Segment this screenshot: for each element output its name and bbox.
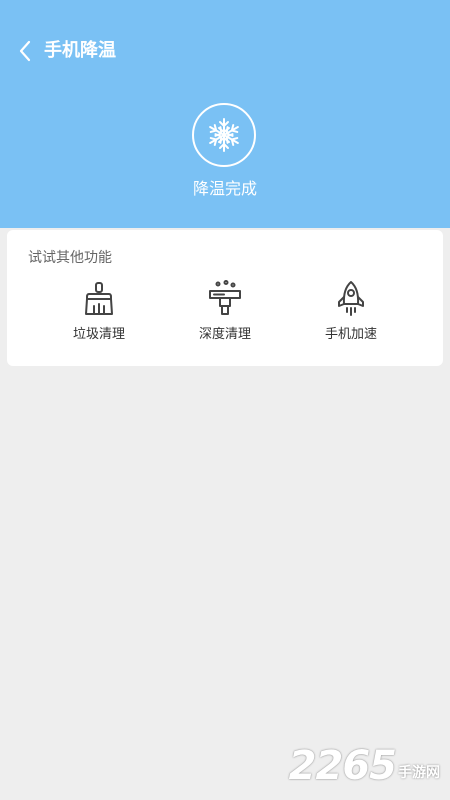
- deep-clean-icon: [209, 280, 241, 315]
- broom-icon: [85, 282, 113, 315]
- feature-label: 垃圾清理: [72, 327, 125, 342]
- watermark-text: 手游网: [398, 765, 440, 781]
- chevron-left-icon: [19, 40, 31, 62]
- card-title: 试试其他功能: [28, 250, 112, 266]
- feature-deep-clean[interactable]: 深度清理: [165, 280, 285, 350]
- cooling-status-text: 降温完成: [192, 179, 257, 198]
- cooling-status-circle: [192, 103, 256, 167]
- rocket-icon: [338, 281, 364, 316]
- page-title: 手机降温: [44, 40, 116, 61]
- feature-label: 深度清理: [198, 327, 251, 342]
- feature-junk-clean[interactable]: 垃圾清理: [39, 280, 159, 350]
- back-button[interactable]: [10, 36, 40, 66]
- other-features-card: 试试其他功能 垃圾清理 深度清理 手机加速: [7, 230, 443, 366]
- watermark-number: 2265: [288, 743, 397, 789]
- header: 手机降温 降温完成: [0, 0, 450, 228]
- feature-phone-boost[interactable]: 手机加速: [291, 280, 411, 350]
- feature-label: 手机加速: [324, 327, 377, 342]
- snowflake-icon: [209, 118, 239, 152]
- watermark-logo: 2265 手游网: [289, 746, 440, 786]
